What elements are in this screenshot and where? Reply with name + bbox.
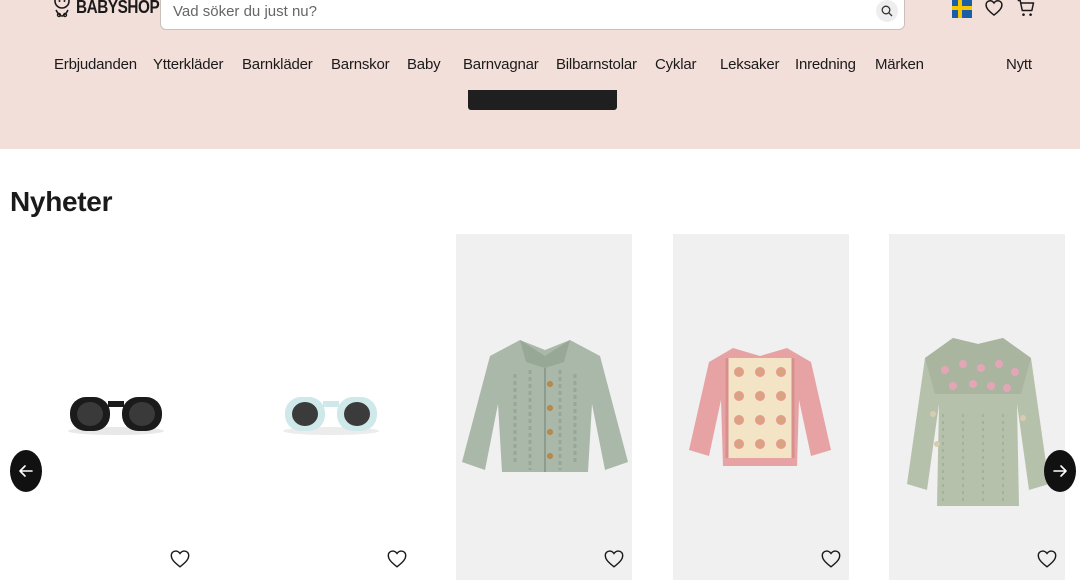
product-card[interactable] [673,234,849,580]
arrow-left-icon [19,465,33,477]
logo[interactable]: BABYSHOP [52,0,174,22]
nav-item-barnklader[interactable]: Barnkläder [242,56,313,73]
arrow-right-icon [1053,465,1067,477]
search-box [160,0,905,30]
carousel-prev-button[interactable] [10,450,42,492]
nav-item-bilbarnstolar[interactable]: Bilbarnstolar [556,56,637,73]
favorite-heart-icon[interactable] [386,548,408,570]
site-header: BABYSHOP Erbjudanden Ytterkläder Barnklä… [0,0,1080,149]
section-title: Nyheter [10,186,113,217]
baby-logo-icon [54,0,70,18]
cart-icon[interactable] [1016,0,1036,18]
favorite-heart-icon[interactable] [169,548,191,570]
search-button[interactable] [876,0,898,22]
logo-text: BABYSHOP [76,0,160,17]
nav-item-erbjudanden[interactable]: Erbjudanden [54,56,137,73]
favorite-heart-icon[interactable] [820,548,842,570]
sage-cardigan-image [462,340,628,472]
light-blue-sunglasses-image [283,397,379,435]
nav-item-nytt[interactable]: Nytt [1006,56,1032,73]
nav-item-leksaker[interactable]: Leksaker [720,56,779,73]
nav-item-baby[interactable]: Baby [407,56,441,73]
black-sunglasses-image [68,397,164,435]
hero-cta-button[interactable] [468,90,617,110]
favorite-heart-icon[interactable] [1036,548,1058,570]
heart-icon[interactable] [984,0,1004,18]
favorite-heart-icon[interactable] [603,548,625,570]
nav-item-ytterklader[interactable]: Ytterkläder [153,56,224,73]
search-icon [881,5,893,17]
main-navigation: Erbjudanden Ytterkläder Barnkläder Barns… [0,52,1080,80]
pink-cardigan-image [689,348,831,466]
header-icons [952,0,1036,18]
carousel-next-button[interactable] [1044,450,1076,492]
product-card[interactable] [456,234,632,580]
product-card[interactable] [889,234,1065,580]
sage-sweater-image [907,338,1049,506]
product-card[interactable] [239,234,415,580]
product-card[interactable] [22,234,198,580]
sweden-flag-icon[interactable] [952,0,972,18]
search-input[interactable] [173,0,853,23]
nav-item-cyklar[interactable]: Cyklar [655,56,697,73]
nav-item-marken[interactable]: Märken [875,56,924,73]
nav-item-barnskor[interactable]: Barnskor [331,56,390,73]
nav-item-barnvagnar[interactable]: Barnvagnar [463,56,539,73]
nav-item-inredning[interactable]: Inredning [795,56,856,73]
